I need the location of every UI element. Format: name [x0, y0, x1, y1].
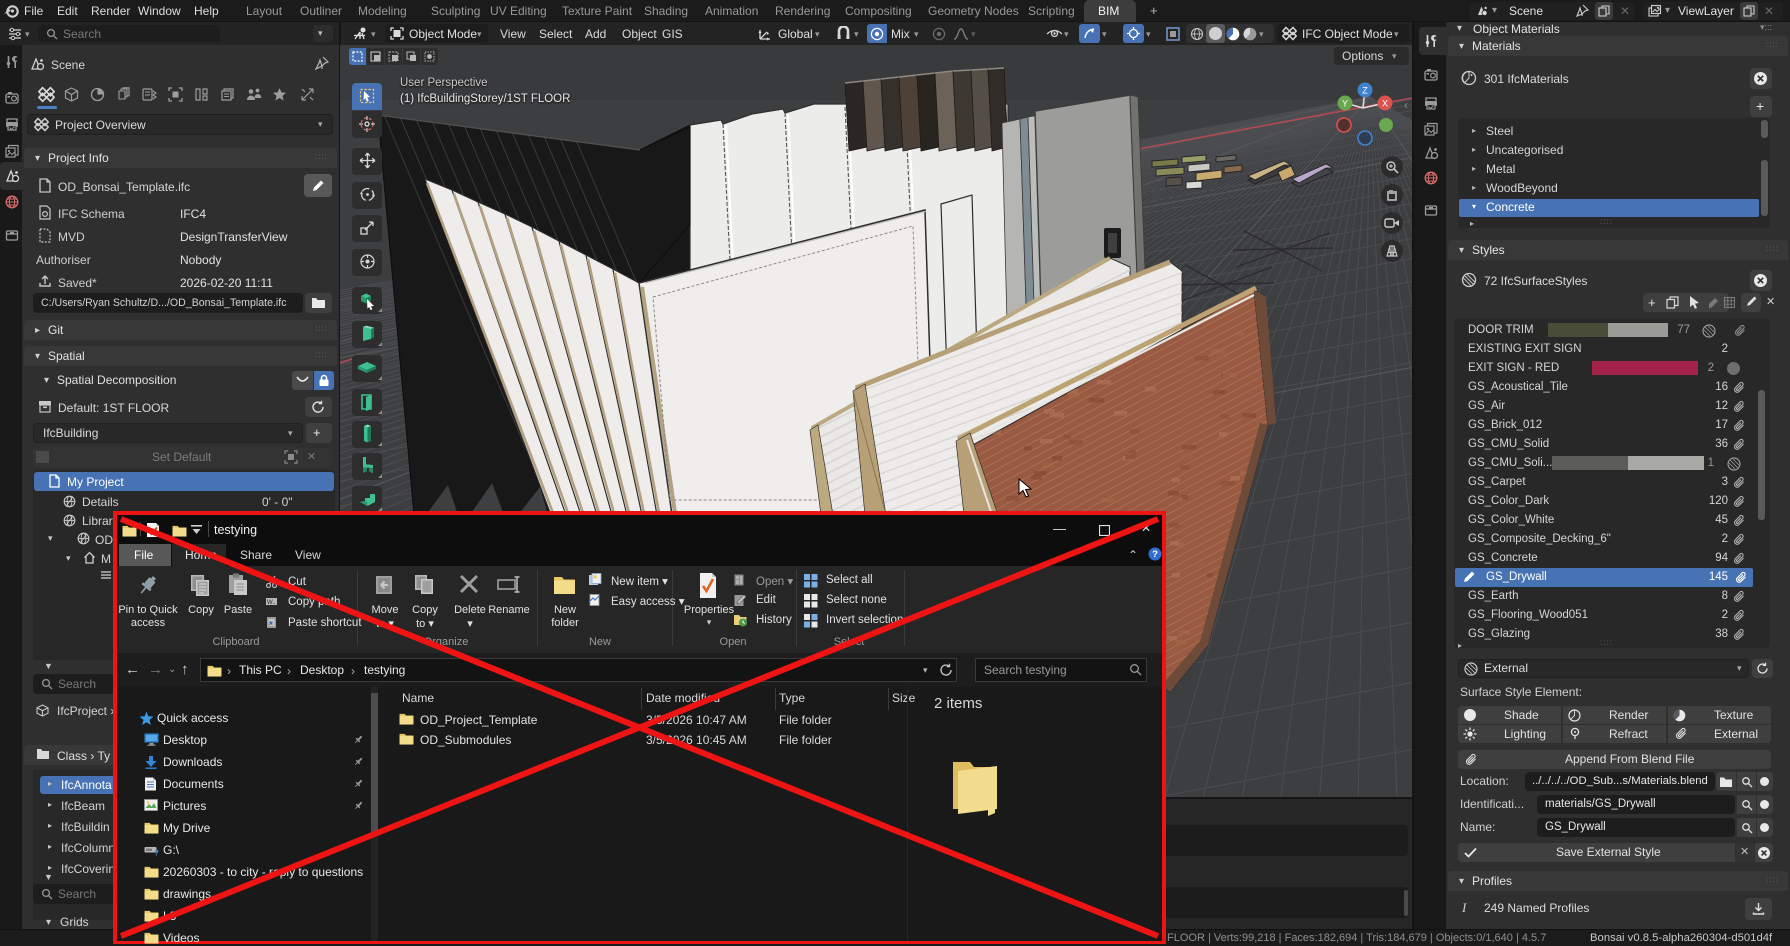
svg-text:Z: Z: [1362, 86, 1368, 96]
svg-text:Y: Y: [1342, 99, 1348, 109]
svg-text:X: X: [1382, 99, 1388, 109]
